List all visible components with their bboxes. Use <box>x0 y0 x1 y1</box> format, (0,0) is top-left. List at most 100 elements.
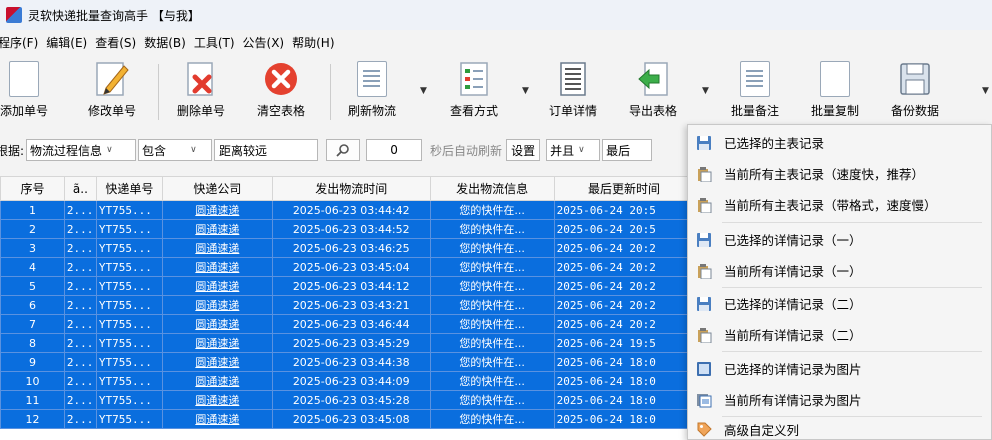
menu-edit[interactable]: 编辑(E) <box>42 34 91 51</box>
row-courier: 圆通速递 <box>161 333 273 353</box>
menu-label: 当前所有详情记录（一） <box>724 264 862 279</box>
menu-export-all-main-formatted[interactable]: 当前所有主表记录（带格式，速度慢） <box>688 189 992 220</box>
clipboard-icon <box>696 197 712 213</box>
search-button[interactable] <box>326 139 361 161</box>
clipboard-icon <box>696 263 712 279</box>
row-marker: 2... <box>63 257 97 277</box>
col-header-send-info[interactable]: 发出物流信息 <box>429 176 555 201</box>
logic-value: 并且 <box>550 143 575 158</box>
row-send-time: 2025-06-23 03:44:52 <box>271 219 431 239</box>
menu-bar: 程序(F) 编辑(E) 查看(S) 数据(B) 工具(T) 公告(X) 帮助(H… <box>0 30 992 54</box>
save-icon <box>696 296 712 312</box>
menu-data[interactable]: 数据(B) <box>140 34 190 51</box>
row-courier: 圆通速递 <box>161 409 273 429</box>
batch-copy-button[interactable]: 批量复制 <box>800 60 870 126</box>
menu-label: 当前所有详情记录为图片 <box>724 393 862 408</box>
col-header-courier[interactable]: 快递公司 <box>161 176 273 201</box>
row-tracking-number: YT755... <box>95 257 163 277</box>
backup-dropdown-arrow-icon[interactable]: ▼ <box>982 86 989 96</box>
backup-data-button[interactable]: 备份数据 <box>878 60 952 126</box>
filter-operator-select[interactable]: 包含 ∨ <box>138 139 213 161</box>
chevron-down-icon: ∨ <box>190 145 197 155</box>
row-send-time: 2025-06-23 03:46:44 <box>271 314 431 334</box>
col-header-send-time[interactable]: 发出物流时间 <box>271 176 431 201</box>
new-document-icon <box>6 60 42 98</box>
row-send-info: 您的快件在... <box>429 295 555 315</box>
row-send-time: 2025-06-23 03:43:21 <box>271 295 431 315</box>
row-marker: 2... <box>63 295 97 315</box>
menu-export-selected-detail-1[interactable]: 已选择的详情记录（一） <box>688 224 992 255</box>
menu-export-all-detail-image[interactable]: 当前所有详情记录为图片 <box>688 384 992 415</box>
row-marker: 2... <box>63 200 97 220</box>
refresh-seconds-input[interactable]: 0 <box>366 139 423 161</box>
row-tracking-number: YT755... <box>95 314 163 334</box>
menu-view[interactable]: 查看(S) <box>91 34 140 51</box>
filter-value-text: 距离较远 <box>219 143 268 158</box>
second-field-value: 最后 <box>606 143 631 158</box>
export-table-button[interactable]: 导出表格 <box>620 60 686 126</box>
row-last-update: 2025-06-24 20:2 <box>553 238 695 258</box>
menu-tools[interactable]: 工具(T) <box>190 34 239 51</box>
row-index: 8 <box>0 333 65 353</box>
row-send-time: 2025-06-23 03:44:09 <box>271 371 431 391</box>
menu-export-selected-detail-2[interactable]: 已选择的详情记录（二） <box>688 288 992 319</box>
toolbar-divider <box>158 64 159 120</box>
refresh-logistics-button[interactable]: 刷新物流 <box>340 60 404 126</box>
title-bar: 灵软快递批量查询高手 【与我】 <box>0 0 992 30</box>
menu-export-selected-main[interactable]: 已选择的主表记录 <box>688 127 992 158</box>
clear-table-button[interactable]: 清空表格 <box>246 60 316 126</box>
row-send-time: 2025-06-23 03:46:25 <box>271 238 431 258</box>
add-number-button[interactable]: 添加单号 <box>0 60 54 126</box>
menu-export-all-main-fast[interactable]: 当前所有主表记录（速度快，推荐） <box>688 158 992 189</box>
menu-help[interactable]: 帮助(H) <box>288 34 338 51</box>
delete-number-button[interactable]: 删除单号 <box>168 60 234 126</box>
col-header-tracking-number[interactable]: 快递单号 <box>95 176 163 201</box>
menu-export-all-detail-2[interactable]: 当前所有详情记录（二） <box>688 319 992 350</box>
row-marker: 2... <box>63 238 97 258</box>
row-index: 6 <box>0 295 65 315</box>
save-icon <box>696 232 712 248</box>
chevron-down-icon: ∨ <box>578 145 585 155</box>
floppy-disk-icon <box>897 60 933 98</box>
menu-export-all-detail-1[interactable]: 当前所有详情记录（一） <box>688 255 992 286</box>
row-send-info: 您的快件在... <box>429 276 555 296</box>
filter-value-input[interactable]: 距离较远 <box>214 139 319 161</box>
batch-note-button[interactable]: 批量备注 <box>720 60 790 126</box>
row-courier: 圆通速递 <box>161 295 273 315</box>
row-courier: 圆通速递 <box>161 371 273 391</box>
row-tracking-number: YT755... <box>95 352 163 372</box>
row-index: 11 <box>0 390 65 410</box>
row-courier: 圆通速递 <box>161 276 273 296</box>
row-marker: 2... <box>63 371 97 391</box>
export-dropdown-arrow-icon[interactable]: ▼ <box>702 86 709 96</box>
menu-separator <box>722 222 982 223</box>
app-logo-icon <box>6 7 22 23</box>
filter-field-select[interactable]: 物流过程信息 ∨ <box>26 139 137 161</box>
refresh-dropdown-arrow-icon[interactable]: ▼ <box>420 86 427 96</box>
second-field-select[interactable]: 最后 <box>602 139 653 161</box>
menu-export-selected-detail-image[interactable]: 已选择的详情记录为图片 <box>688 353 992 384</box>
edit-number-button[interactable]: 修改单号 <box>80 60 144 126</box>
col-header-last-update[interactable]: 最后更新时间 <box>553 176 695 201</box>
logic-select[interactable]: 并且 ∨ <box>546 139 601 161</box>
row-send-info: 您的快件在... <box>429 390 555 410</box>
add-number-label: 添加单号 <box>0 104 48 118</box>
row-send-time: 2025-06-23 03:44:42 <box>271 200 431 220</box>
menu-notice[interactable]: 公告(X) <box>239 34 289 51</box>
filter-field-value: 物流过程信息 <box>30 143 103 158</box>
row-send-info: 您的快件在... <box>429 314 555 334</box>
view-mode-button[interactable]: 查看方式 <box>440 60 508 126</box>
view-dropdown-arrow-icon[interactable]: ▼ <box>522 86 529 96</box>
delete-number-label: 删除单号 <box>176 104 225 118</box>
order-detail-button[interactable]: 订单详情 <box>540 60 606 126</box>
row-send-time: 2025-06-23 03:45:29 <box>271 333 431 353</box>
menu-advanced-custom-columns[interactable]: 高级自定义列 <box>688 417 992 440</box>
menu-program[interactable]: 程序(F) <box>0 34 42 51</box>
settings-button[interactable]: 设置 <box>506 139 541 161</box>
filter-operator-value: 包含 <box>142 143 167 158</box>
row-tracking-number: YT755... <box>95 276 163 296</box>
col-header-index[interactable]: 序号 <box>0 176 65 201</box>
col-header-checkbox[interactable]: ã.. <box>63 176 97 201</box>
menu-label: 已选择的详情记录（一） <box>724 233 862 248</box>
row-tracking-number: YT755... <box>95 371 163 391</box>
